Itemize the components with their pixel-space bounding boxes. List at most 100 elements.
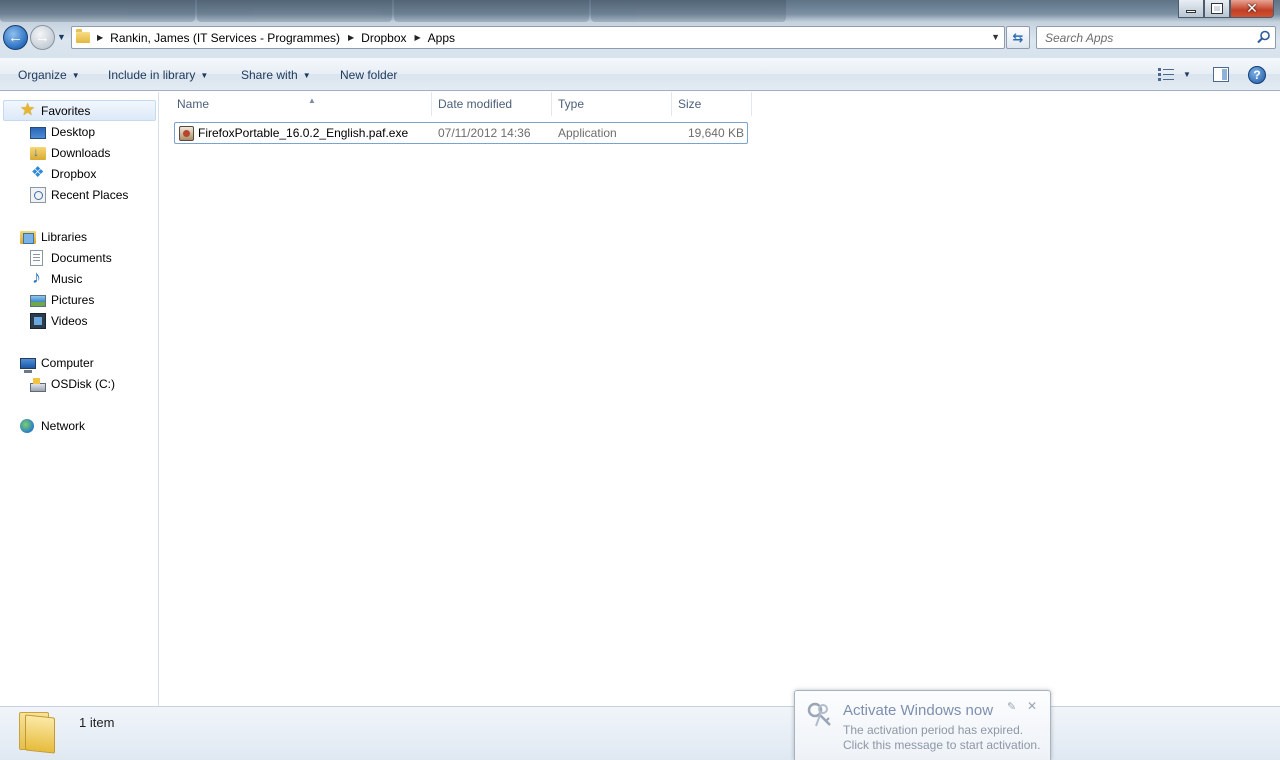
organize-menu[interactable]: Organize ▼ — [18, 68, 80, 82]
nav-item-label: Dropbox — [51, 167, 97, 181]
nav-item-label: Documents — [51, 251, 112, 265]
music-icon — [30, 267, 46, 288]
search-box[interactable] — [1036, 26, 1276, 49]
help-icon[interactable]: ? — [1248, 66, 1266, 84]
activation-message-line2: Click this message to start activation. — [843, 738, 1041, 752]
recent-places-icon — [30, 187, 46, 203]
background-tab — [591, 0, 786, 22]
nav-libraries[interactable]: Libraries — [20, 227, 87, 247]
minimize-button[interactable] — [1178, 0, 1204, 18]
organize-label: Organize — [18, 68, 67, 82]
column-header-label: Name — [177, 97, 210, 111]
background-tab — [197, 0, 392, 22]
nav-item-documents[interactable]: Documents — [30, 248, 112, 268]
keys-icon — [807, 702, 831, 727]
column-header-type[interactable]: Type — [552, 92, 672, 116]
share-with-label: Share with — [241, 68, 298, 82]
nav-item-dropbox[interactable]: Dropbox — [30, 163, 97, 184]
folder-icon — [72, 29, 94, 43]
application-icon — [179, 126, 194, 141]
restore-icon — [1211, 3, 1223, 14]
breadcrumb-user[interactable]: Rankin, James (IT Services - Programmes) — [110, 31, 340, 45]
chevron-down-icon[interactable]: ▼ — [991, 32, 1000, 42]
sort-ascending-icon: ▲ — [308, 96, 316, 105]
breadcrumb-apps[interactable]: Apps — [428, 31, 455, 45]
minimize-icon — [1186, 10, 1196, 13]
preview-pane-icon[interactable] — [1213, 67, 1229, 82]
hard-disk-icon — [30, 377, 46, 392]
maximize-button[interactable] — [1204, 0, 1230, 18]
caption-buttons: ✕ — [1178, 0, 1274, 18]
nav-item-recent-places[interactable]: Recent Places — [30, 185, 128, 205]
forward-button[interactable]: → — [30, 25, 55, 50]
nav-item-label: Recent Places — [51, 188, 129, 202]
refresh-button[interactable]: ⇆ — [1006, 26, 1030, 49]
nav-network[interactable]: Network — [20, 416, 85, 436]
chevron-right-icon[interactable]: ▶ — [97, 33, 103, 42]
file-row[interactable]: FirefoxPortable_16.0.2_English.paf.exe 0… — [174, 122, 748, 144]
chevron-right-icon[interactable]: ▶ — [348, 33, 354, 42]
star-icon — [20, 100, 36, 120]
chevron-down-icon: ▼ — [71, 71, 80, 80]
libraries-icon — [20, 230, 36, 244]
options-icon[interactable]: ✎ — [1007, 700, 1016, 713]
breadcrumb-dropbox[interactable]: Dropbox — [361, 31, 406, 45]
back-button[interactable]: ← — [3, 25, 28, 50]
column-header-label: Type — [558, 97, 585, 111]
nav-computer[interactable]: Computer — [20, 353, 94, 373]
file-list[interactable]: ▲ Name Date modified Type Size FirefoxPo… — [159, 92, 1280, 706]
nav-network-label: Network — [41, 419, 86, 433]
nav-item-desktop[interactable]: Desktop — [30, 122, 95, 142]
nav-item-videos[interactable]: Videos — [30, 311, 87, 331]
chevron-right-icon[interactable]: ▶ — [415, 33, 421, 42]
background-window-tabs — [0, 0, 830, 22]
new-folder-label: New folder — [340, 68, 398, 82]
network-icon — [20, 419, 34, 433]
nav-item-downloads[interactable]: Downloads — [30, 143, 110, 163]
nav-item-label: Downloads — [51, 146, 111, 160]
computer-icon — [20, 358, 36, 373]
search-icon[interactable] — [1257, 30, 1271, 44]
file-type: Application — [558, 126, 617, 140]
nav-item-label: Pictures — [51, 293, 95, 307]
arrow-left-icon: ← — [8, 29, 23, 46]
column-header-name[interactable]: ▲ Name — [171, 92, 432, 116]
nav-item-label: Desktop — [51, 125, 96, 139]
close-button[interactable]: ✕ — [1230, 0, 1274, 18]
arrow-right-icon: → — [35, 29, 50, 46]
desktop-icon — [30, 127, 46, 139]
chevron-down-icon: ▼ — [200, 71, 209, 80]
file-size: 19,640 KB — [687, 126, 744, 140]
column-header-date-modified[interactable]: Date modified — [432, 92, 552, 116]
dropbox-icon — [30, 163, 46, 182]
view-options-dropdown[interactable]: ▼ — [1183, 70, 1191, 79]
column-header-size[interactable]: Size — [672, 92, 752, 116]
nav-item-music[interactable]: Music — [30, 267, 82, 289]
recent-pages-dropdown[interactable]: ▼ — [57, 32, 66, 42]
nav-favorites[interactable]: Favorites — [20, 100, 91, 121]
activation-notification[interactable]: Activate Windows now ✎ ✕ The activation … — [794, 690, 1051, 760]
close-icon[interactable]: ✕ — [1027, 699, 1037, 713]
folder-icon — [19, 712, 55, 754]
chevron-down-icon: ▼ — [302, 71, 311, 80]
include-in-library-label: Include in library — [108, 68, 196, 82]
search-input[interactable] — [1037, 27, 1247, 48]
include-in-library-menu[interactable]: Include in library ▼ — [108, 68, 208, 82]
nav-libraries-label: Libraries — [41, 230, 88, 244]
nav-favorites-label: Favorites — [41, 104, 91, 118]
pictures-icon — [30, 295, 46, 307]
nav-item-osdisk[interactable]: OSDisk (C:) — [30, 374, 115, 394]
item-count: 1 item — [79, 715, 115, 730]
new-folder-button[interactable]: New folder — [340, 68, 397, 82]
details-pane — [0, 706, 1280, 760]
file-name: FirefoxPortable_16.0.2_English.paf.exe — [198, 126, 409, 140]
address-bar[interactable]: ▶ Rankin, James (IT Services - Programme… — [71, 26, 1005, 49]
refresh-icon: ⇆ — [1012, 29, 1024, 45]
nav-item-pictures[interactable]: Pictures — [30, 290, 94, 310]
share-with-menu[interactable]: Share with ▼ — [241, 68, 311, 82]
column-header-label: Size — [678, 97, 702, 111]
nav-item-label: Videos — [51, 314, 88, 328]
change-view-icon[interactable] — [1158, 68, 1174, 81]
background-tab — [394, 0, 589, 22]
activation-title: Activate Windows now — [843, 702, 994, 719]
